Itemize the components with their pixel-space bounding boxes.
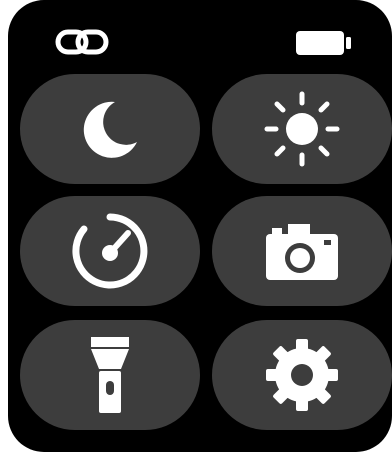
- stopwatch-button[interactable]: [20, 196, 200, 306]
- battery-icon: [296, 31, 351, 55]
- sun-icon: [264, 91, 340, 167]
- flashlight-icon: [91, 337, 129, 413]
- camera-icon: [266, 224, 338, 280]
- brightness-button[interactable]: [212, 74, 392, 184]
- do-not-disturb-button[interactable]: [20, 74, 200, 184]
- status-bar: [8, 0, 392, 70]
- settings-button[interactable]: [212, 320, 392, 430]
- control-center-screen: [8, 0, 392, 452]
- link-icon: [55, 29, 109, 55]
- moon-icon: [83, 101, 137, 158]
- gear-icon: [266, 339, 338, 411]
- flashlight-button[interactable]: [20, 320, 200, 430]
- remote-camera-button[interactable]: [212, 196, 392, 306]
- timer-icon: [72, 213, 148, 289]
